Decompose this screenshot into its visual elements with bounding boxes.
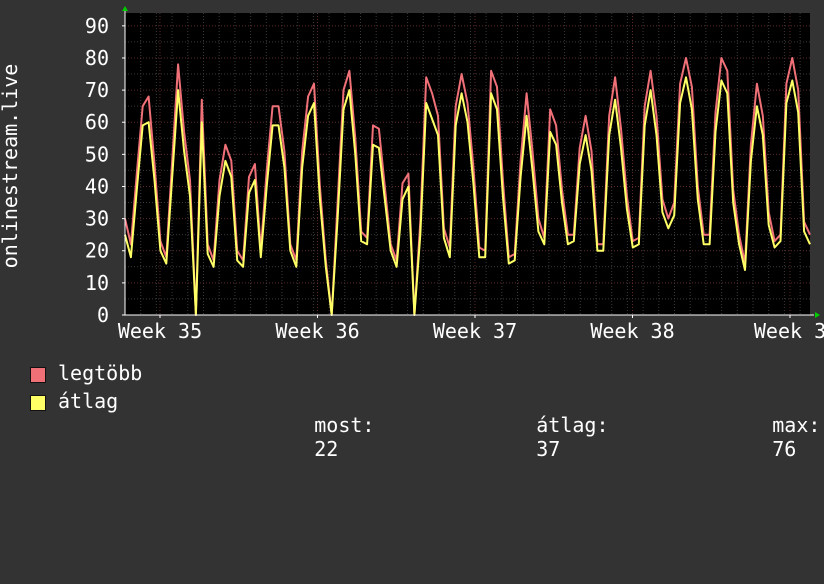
stat-max-value: 76 (772, 437, 797, 461)
x-tick-label: Week 36 (275, 319, 359, 343)
legend-swatch-avg (30, 395, 46, 411)
y-tick-label: 30 (85, 207, 109, 231)
y-tick-label: 80 (85, 46, 109, 70)
y-tick-label: 40 (85, 174, 109, 198)
chart: 0 10 20 30 40 50 60 70 80 90 Week 35 Week 36 Week 37… (0, 0, 824, 461)
y-tick-label: 90 (85, 14, 109, 38)
stat-max: max: 76 (700, 389, 820, 485)
stat-average-label: átlag: (536, 413, 609, 437)
y-tick-label: 50 (85, 142, 109, 166)
y-tick-label: 60 (85, 110, 109, 134)
stat-max-label: max: (772, 413, 821, 437)
y-tick-label: 10 (85, 271, 109, 295)
stat-current-label: most: (314, 413, 375, 437)
y-tick-label: 20 (85, 239, 109, 263)
x-tick-label: Week 38 (590, 319, 674, 343)
x-tick-label: Week 37 (433, 319, 517, 343)
legend-item-max: legtöbb (30, 361, 330, 388)
stat-average-value: 37 (536, 437, 561, 461)
y-tick-label: 70 (85, 78, 109, 102)
legend-swatch-max (30, 367, 46, 383)
legend-label-max: legtöbb (58, 361, 143, 385)
stat-current: most: 22 (242, 389, 374, 485)
x-tick-label: Week 35 (118, 319, 202, 343)
stat-average: átlag: 37 (464, 389, 609, 485)
stat-current-value: 22 (314, 437, 339, 461)
x-axis-arrow-icon (815, 312, 820, 318)
legend-label-avg: átlag (58, 389, 119, 413)
x-tick-label: Week 3 (754, 319, 824, 343)
y-axis-label: onlinestream.live (0, 64, 22, 269)
legend-item-avg: átlag most: 22 átlag: 37 max: 76 (30, 389, 820, 461)
y-axis-arrow-icon (122, 6, 128, 11)
y-tick-label: 0 (97, 303, 109, 327)
